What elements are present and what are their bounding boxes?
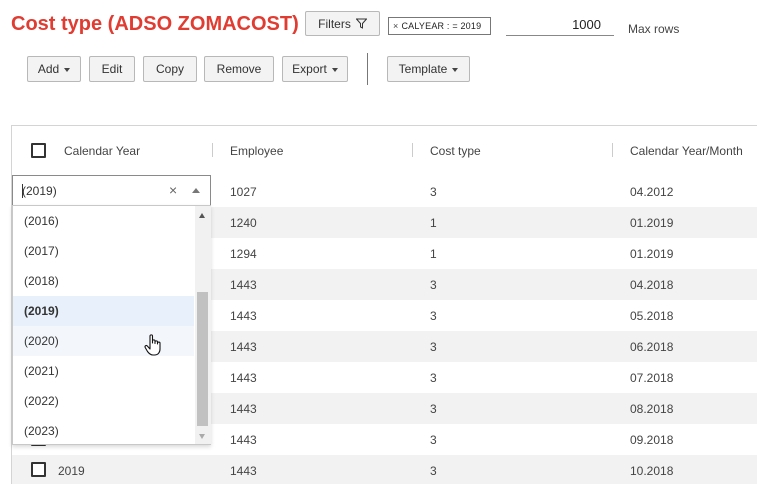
export-button[interactable]: Export [282,56,348,82]
copy-button[interactable]: Copy [143,56,197,82]
row-checkbox[interactable] [31,462,46,477]
cell-cost-type: 3 [430,340,437,354]
chevron-down-icon [331,68,338,72]
cell-calendar-year-month: 08.2018 [630,402,674,416]
filters-button[interactable]: Filters [305,11,380,36]
text-cursor [22,184,23,198]
dropdown-option[interactable]: (2023) [13,416,194,446]
edit-label: Edit [101,62,123,76]
cell-employee: 1443 [230,464,257,478]
cell-calendar-year-month: 01.2019 [630,216,674,230]
clear-icon[interactable]: × [169,182,177,198]
cell-employee: 1443 [230,309,257,323]
select-all-checkbox[interactable] [31,143,46,158]
cell-cost-type: 1 [430,216,437,230]
cell-cost-type: 3 [430,464,437,478]
hand-cursor-icon [144,334,161,356]
column-header-cost-type[interactable]: Cost type [430,144,481,158]
add-label: Add [37,62,60,76]
scrollbar-thumb[interactable] [197,292,208,426]
edit-button[interactable]: Edit [89,56,135,82]
scroll-down-icon[interactable] [199,434,205,439]
cell-employee: 1443 [230,278,257,292]
filters-label: Filters [318,16,351,31]
cell-employee: 1443 [230,340,257,354]
toolbar-divider [367,53,368,85]
page-title: Cost type (ADSO ZOMACOST) [11,13,299,35]
dropdown-option[interactable]: (2021) [13,356,194,386]
cell-calendar-year-month: 04.2018 [630,278,674,292]
combobox-value: (2019) [22,184,57,198]
max-rows-input[interactable]: 1000 [506,14,614,36]
cell-employee: 1027 [230,185,257,199]
template-label: Template [398,62,448,76]
grid-header: Calendar Year Employee Cost type Calenda… [12,126,757,176]
copy-label: Copy [155,62,184,76]
remove-label: Remove [216,62,262,76]
cell-cost-type: 3 [430,433,437,447]
column-header-employee[interactable]: Employee [230,144,283,158]
cell-calendar-year-month: 05.2018 [630,309,674,323]
cell-cost-type: 1 [430,247,437,261]
cell-cost-type: 3 [430,185,437,199]
dropdown-option[interactable]: (2022) [13,386,194,416]
scroll-up-icon[interactable] [199,213,205,218]
chevron-down-icon [452,68,459,72]
filter-icon [355,18,367,29]
cell-calendar-year-month: 09.2018 [630,433,674,447]
dropdown-option[interactable]: (2018) [13,266,194,296]
cell-calendar-year-month: 06.2018 [630,340,674,354]
filter-chip-label: CALYEAR : = 2019 [401,21,482,31]
cell-calendar-year-month: 10.2018 [630,464,674,478]
close-icon[interactable]: × [393,21,398,31]
cell-cost-type: 3 [430,371,437,385]
max-rows-label: Max rows [628,22,680,36]
filter-chip[interactable]: × CALYEAR : = 2019 [388,17,491,35]
cell-employee: 1443 [230,371,257,385]
chevron-up-icon[interactable] [192,188,200,193]
cell-cost-type: 3 [430,402,437,416]
column-separator[interactable] [612,143,613,157]
cell-calendar-year-month: 01.2019 [630,247,674,261]
dropdown-option[interactable]: (2016) [13,206,194,236]
export-label: Export [292,62,327,76]
dropdown-option[interactable]: (2017) [13,236,194,266]
remove-button[interactable]: Remove [204,56,274,82]
calendar-year-combobox[interactable]: (2019) × [12,175,211,206]
cell-employee: 1443 [230,402,257,416]
add-button[interactable]: Add [27,56,81,82]
column-header-calendar-year-month[interactable]: Calendar Year/Month [630,144,743,158]
cell-employee: 1240 [230,216,257,230]
cell-cost-type: 3 [430,278,437,292]
column-separator[interactable] [412,143,413,157]
cell-cost-type: 3 [430,309,437,323]
cell-calendar-year-month: 07.2018 [630,371,674,385]
cell-employee: 1294 [230,247,257,261]
column-separator[interactable] [212,143,213,157]
chevron-down-icon [64,68,71,72]
dropdown-option-selected[interactable]: (2019) [13,296,194,326]
year-dropdown-list: (2016) (2017) (2018) (2019) (2020) (2021… [12,205,211,445]
column-header-calendar-year[interactable]: Calendar Year [64,144,140,158]
dropdown-option-hovered[interactable]: (2020) [13,326,194,356]
table-row[interactable]: 2019 1443 3 10.2018 [12,455,757,484]
template-button[interactable]: Template [387,56,470,82]
cell-calendar-year-month: 04.2012 [630,185,674,199]
cell-calendar-year: 2019 [58,464,85,478]
cell-employee: 1443 [230,433,257,447]
